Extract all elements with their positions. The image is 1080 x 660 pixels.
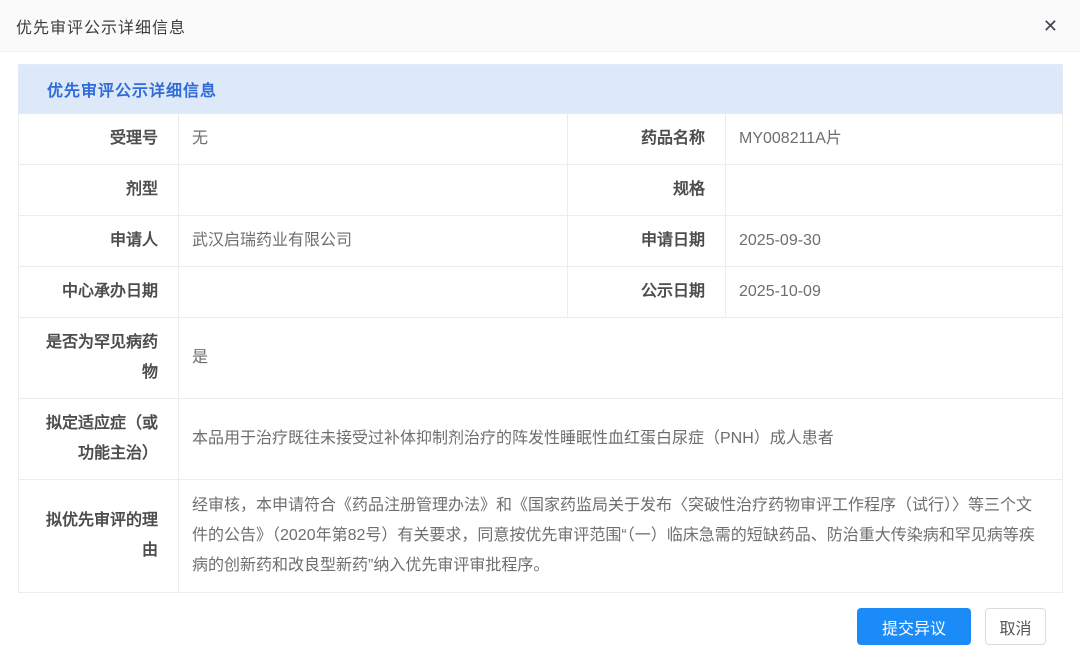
detail-table: 优先审评公示详细信息 受理号 无 药品名称 MY008211A片 剂型 规格 申…	[18, 64, 1063, 593]
field-label-priority-review-reason: 拟优先审评的理由	[19, 480, 179, 593]
table-section-title: 优先审评公示详细信息	[19, 65, 1063, 114]
field-value-indication: 本品用于治疗既往未接受过补体抑制剂治疗的阵发性睡眠性血红蛋白尿症（PNH）成人患…	[179, 399, 1063, 480]
cancel-button[interactable]: 取消	[985, 608, 1046, 645]
field-label-applicant: 申请人	[19, 216, 179, 267]
field-value-application-date: 2025-09-30	[726, 216, 1063, 267]
dialog-footer: 提交异议 取消	[857, 608, 1046, 645]
field-label-publicity-date: 公示日期	[568, 267, 726, 318]
table-row: 申请人 武汉启瑞药业有限公司 申请日期 2025-09-30	[19, 216, 1063, 267]
table-row: 中心承办日期 公示日期 2025-10-09	[19, 267, 1063, 318]
field-value-rare-disease: 是	[179, 318, 1063, 399]
field-label-rare-disease: 是否为罕见病药物	[19, 318, 179, 399]
table-row: 剂型 规格	[19, 165, 1063, 216]
field-label-application-date: 申请日期	[568, 216, 726, 267]
field-value-specification	[726, 165, 1063, 216]
table-row: 拟优先审评的理由 经审核，本申请符合《药品注册管理办法》和《国家药监局关于发布〈…	[19, 480, 1063, 593]
field-label-acceptance-no: 受理号	[19, 114, 179, 165]
field-label-center-undertake-date: 中心承办日期	[19, 267, 179, 318]
field-value-applicant: 武汉启瑞药业有限公司	[179, 216, 568, 267]
field-label-specification: 规格	[568, 165, 726, 216]
field-value-drug-name: MY008211A片	[726, 114, 1063, 165]
field-label-drug-name: 药品名称	[568, 114, 726, 165]
priority-review-detail-dialog: 优先审评公示详细信息 ✕ 优先审评公示详细信息 受理号 无 药品名称 MY008…	[0, 0, 1080, 660]
table-row: 是否为罕见病药物 是	[19, 318, 1063, 399]
field-label-dosage-form: 剂型	[19, 165, 179, 216]
dialog-body: 优先审评公示详细信息 受理号 无 药品名称 MY008211A片 剂型 规格 申…	[0, 52, 1080, 593]
dialog-header: 优先审评公示详细信息 ✕	[0, 0, 1080, 52]
field-value-acceptance-no: 无	[179, 114, 568, 165]
submit-objection-button[interactable]: 提交异议	[857, 608, 971, 645]
close-icon[interactable]: ✕	[1039, 13, 1062, 39]
field-label-indication: 拟定适应症（或功能主治）	[19, 399, 179, 480]
table-row: 受理号 无 药品名称 MY008211A片	[19, 114, 1063, 165]
field-value-dosage-form	[179, 165, 568, 216]
dialog-title: 优先审评公示详细信息	[16, 14, 186, 38]
table-row: 拟定适应症（或功能主治） 本品用于治疗既往未接受过补体抑制剂治疗的阵发性睡眠性血…	[19, 399, 1063, 480]
field-value-priority-review-reason: 经审核，本申请符合《药品注册管理办法》和《国家药监局关于发布〈突破性治疗药物审评…	[179, 480, 1063, 593]
field-value-center-undertake-date	[179, 267, 568, 318]
field-value-publicity-date: 2025-10-09	[726, 267, 1063, 318]
